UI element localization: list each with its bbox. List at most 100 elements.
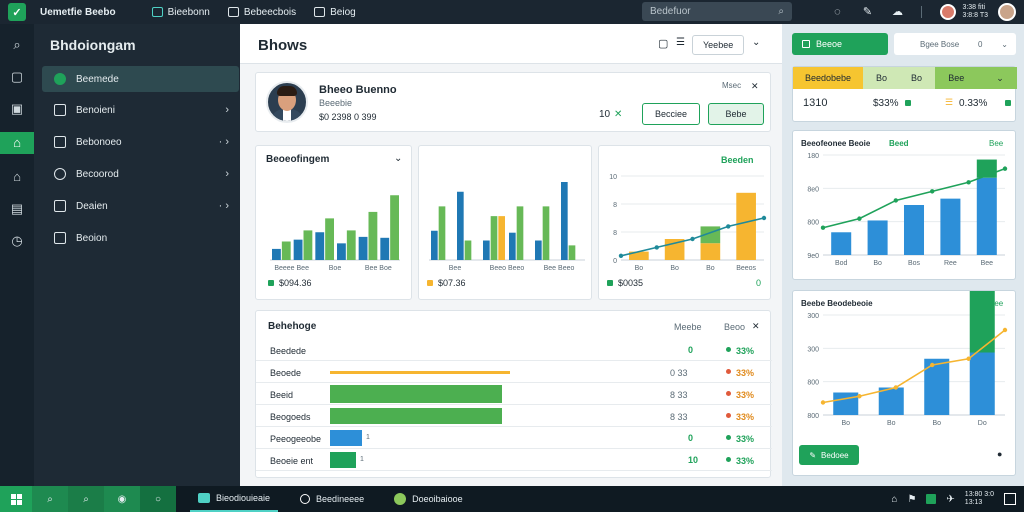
table-row[interactable]: Beoede 0 33 33%: [256, 361, 772, 383]
table-row[interactable]: Beeid 8 33 33%: [256, 383, 772, 405]
row-bar: [330, 408, 502, 424]
edit-icon: ✎: [809, 450, 817, 460]
chevron-down-icon[interactable]: ⌄: [996, 73, 1004, 84]
taskbar-app-0[interactable]: Bieodiouieaie: [190, 486, 279, 512]
primary-action-button[interactable]: Becciee: [642, 103, 700, 125]
row-bar: [330, 430, 362, 446]
bar: [272, 248, 281, 260]
trend-point: [966, 356, 971, 361]
table-row[interactable]: Beoeie ent 1 10 33%: [256, 449, 772, 471]
chart-value: 0: [756, 278, 762, 288]
chat-icon[interactable]: ◌: [831, 6, 843, 18]
kpi-value: $33%: [873, 98, 899, 109]
table-filter-a[interactable]: Meebe: [674, 322, 702, 332]
topbar-item-1[interactable]: Bebeecbois: [227, 7, 296, 18]
filter-label: Yeebee: [703, 40, 734, 50]
chart-total-value: $094.36: [279, 278, 312, 288]
notification-icon[interactable]: ▢: [658, 37, 668, 50]
row-percent: 33%: [736, 434, 755, 444]
topbar-item-0[interactable]: Bieebonn: [151, 7, 210, 18]
sidebar-item-1[interactable]: Benoieni ›: [42, 97, 239, 123]
kpi-label: Bo: [875, 73, 887, 83]
document-icon[interactable]: ▤: [8, 200, 26, 218]
sheet-icon[interactable]: [926, 494, 937, 504]
right-chart-card-2: Beebe Beodebeoie Bee 300 300 800 800 Bo Bo Bo D…: [792, 290, 1016, 476]
bar: [542, 206, 550, 260]
clock-icon[interactable]: ◷: [8, 232, 26, 250]
browser-icon[interactable]: ◉: [104, 486, 140, 512]
image-icon[interactable]: ▣: [8, 100, 26, 118]
search-icon[interactable]: ⌕: [8, 36, 26, 54]
primary-button[interactable]: Beeoe: [792, 33, 888, 55]
bar: [535, 240, 542, 260]
search-icon[interactable]: ⌕: [68, 486, 104, 512]
taskbar-app-2[interactable]: Doeoibaiooe: [386, 486, 471, 512]
photo-hair: [277, 86, 297, 96]
taskbar-app-label: Beedineeee: [316, 494, 365, 504]
share-icon[interactable]: ✈: [946, 494, 954, 505]
close-icon[interactable]: ✕: [752, 321, 760, 332]
table-row[interactable]: Peeogeeobe 1 0 33%: [256, 427, 772, 449]
table-row[interactable]: Beogoeds 8 33 33%: [256, 405, 772, 427]
y-tick-label: 9e0: [807, 253, 819, 260]
select-value: Bgee Bose: [920, 39, 960, 49]
app-icon[interactable]: ○: [140, 486, 176, 512]
row-num: 0: [688, 345, 694, 355]
y-tick-label: 10: [609, 174, 617, 181]
folder-icon: [227, 7, 239, 17]
user-avatar[interactable]: [998, 3, 1016, 21]
table-row[interactable]: Beedede 0 33%: [256, 339, 772, 361]
sidebar-item-label: Beoion: [76, 232, 108, 244]
bar: [568, 245, 576, 260]
sidebar-item-label: Bebonoeo: [76, 136, 122, 148]
y-tick-label: 8: [613, 230, 617, 237]
secondary-action-button[interactable]: Bebe: [708, 103, 764, 125]
bar: [867, 220, 888, 255]
chevron-right-icon: · ›: [218, 200, 229, 212]
y-tick-label: 800: [807, 220, 819, 227]
avatar[interactable]: [940, 4, 957, 20]
sidebar-item-5[interactable]: Beoion: [42, 225, 239, 251]
x-tick-label: Bo: [635, 265, 644, 272]
bar: [390, 195, 399, 260]
filter-button[interactable]: Yeebee: [692, 35, 745, 55]
home-icon[interactable]: ⌂: [891, 494, 897, 505]
dashboard-icon[interactable]: ⌂: [0, 132, 34, 154]
cloud-icon[interactable]: ☁: [891, 6, 903, 18]
windows-start-icon[interactable]: [0, 486, 32, 512]
sidebar-item-4[interactable]: Deaien · ›: [42, 193, 239, 219]
home-icon[interactable]: ⌂: [8, 168, 26, 186]
sidebar-item-0[interactable]: Beemede: [42, 66, 239, 92]
status-dot: [726, 391, 731, 396]
close-icon[interactable]: ✕: [751, 81, 759, 92]
chevron-right-icon: ›: [225, 168, 229, 180]
table-filter-b[interactable]: Beoo: [724, 322, 745, 332]
chevron-down-icon[interactable]: ⌄: [752, 37, 760, 48]
profile-photo: [266, 81, 308, 123]
kpi-card: Beedobebe Bo Bo Bee ⌄ 1310 $33% ☰ 0.33%: [792, 66, 1017, 122]
sidebar-item-3[interactable]: Becoorod ›: [42, 161, 239, 187]
profile-role: Beeebie: [319, 98, 353, 108]
notification-icon[interactable]: [1004, 493, 1016, 505]
trend-point: [690, 236, 695, 242]
taskbar-app-label: Bieodiouieaie: [216, 493, 271, 503]
bottom-action-button[interactable]: ✎ Bedoee: [799, 445, 859, 465]
taskbar-app-1[interactable]: Beedineeee: [292, 486, 372, 512]
close-icon[interactable]: ✕: [614, 109, 622, 120]
sidebar-item-2[interactable]: Bebonoeo · ›: [42, 129, 239, 155]
pin-icon[interactable]: ✎: [861, 6, 873, 18]
view-select[interactable]: Bgee Bose 0 ⌄: [894, 33, 1016, 55]
search-icon[interactable]: ⌕: [32, 486, 68, 512]
list-icon[interactable]: ☰: [676, 37, 685, 48]
flag-icon[interactable]: ⚑: [907, 494, 916, 505]
status-dot: [726, 369, 731, 374]
box-icon[interactable]: ▢: [8, 68, 26, 86]
topbar-item-2[interactable]: Beiog: [314, 7, 356, 18]
trend-point: [618, 253, 624, 258]
app-logo-icon[interactable]: ✓: [8, 3, 26, 21]
trend-point: [820, 225, 826, 230]
more-icon[interactable]: ●: [997, 449, 1002, 459]
search-input[interactable]: Bedefuor ⌕: [642, 2, 792, 21]
system-tray: ⌂ ⚑ ✈ 13:80 3:0 13:13: [891, 486, 1016, 512]
legend-dot: [607, 280, 613, 286]
